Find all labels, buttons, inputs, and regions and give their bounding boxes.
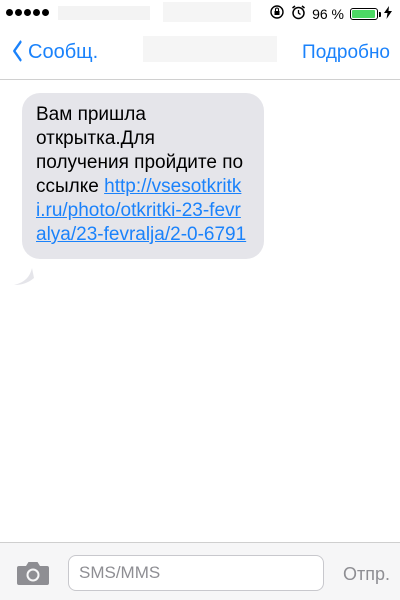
back-label: Сообщ.: [28, 40, 99, 63]
back-button[interactable]: Сообщ.: [10, 40, 98, 64]
send-button[interactable]: Отпр.: [343, 564, 390, 585]
bubble-tail: [14, 268, 34, 285]
message-thread: Вам пришла открытка.Для получения пройди…: [0, 80, 400, 542]
contact-title-redacted: [143, 36, 277, 62]
charging-bolt-icon: [384, 5, 392, 22]
camera-icon[interactable]: [16, 560, 50, 586]
alarm-icon: [291, 4, 306, 23]
carrier-redacted: [58, 6, 150, 20]
status-bar: 96 %: [0, 0, 400, 26]
compose-bar: Отпр.: [0, 542, 400, 600]
battery-fill: [352, 9, 376, 18]
orientation-lock-icon: [269, 4, 285, 23]
time-redacted: [163, 2, 251, 22]
battery-icon: [350, 7, 381, 20]
signal-strength-icon: [6, 9, 49, 16]
chevron-left-icon: [12, 40, 22, 64]
status-right-group: 96 %: [269, 4, 392, 23]
details-button[interactable]: Подробно: [302, 42, 390, 64]
message-input[interactable]: [68, 555, 324, 591]
battery-percent: 96 %: [312, 5, 344, 22]
navigation-bar: Сообщ. Подробно: [0, 26, 400, 80]
incoming-message-bubble[interactable]: Вам пришла открытка.Для получения пройди…: [22, 93, 264, 259]
